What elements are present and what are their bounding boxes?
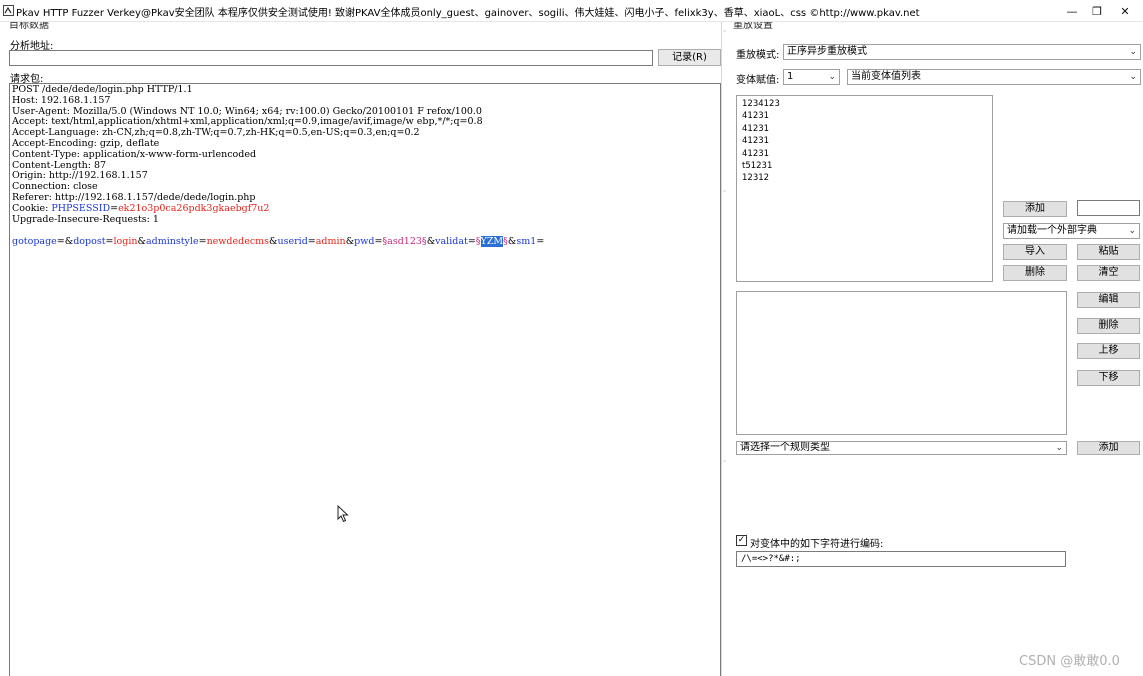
- param-sep: =: [198, 236, 207, 247]
- request-line: Content-Length: 87: [12, 160, 107, 171]
- add-rule-button[interactable]: 添加: [1077, 441, 1140, 455]
- param-sep: =: [536, 236, 545, 247]
- request-headers: POST /dede/dede/login.php HTTP/1.1 Host:…: [12, 85, 717, 225]
- request-line: Content-Type: application/x-www-form-url…: [12, 149, 257, 160]
- move-up-button[interactable]: 上移: [1077, 343, 1140, 359]
- cookie-name: PHPSESSID: [51, 203, 111, 214]
- param-name: gotopage: [12, 236, 57, 247]
- param-name: adminstyle: [145, 236, 199, 247]
- request-line: Referer: http://192.168.1.157/dede/dede/…: [12, 192, 256, 203]
- splitter-grip[interactable]: [723, 460, 726, 462]
- rules-list[interactable]: [736, 291, 1067, 435]
- close-button[interactable]: ✕: [1108, 0, 1142, 22]
- cookie-value: ek21o3p0ca26pdk3gkaebgf7u2: [118, 203, 270, 214]
- app-icon: [3, 5, 14, 16]
- add-value-input[interactable]: [1077, 200, 1140, 216]
- delete-button[interactable]: 删除: [1003, 265, 1067, 281]
- variable-value: 1: [787, 71, 794, 82]
- param-sep: &: [137, 236, 146, 247]
- rule-type-value: 请选择一个规则类型: [740, 442, 830, 453]
- add-button[interactable]: 添加: [1003, 201, 1067, 217]
- param-name: dopost: [73, 236, 106, 247]
- window-title: Pkav HTTP Fuzzer Verkey@Pkav安全团队 本程序仅供安全…: [16, 8, 920, 19]
- dictionary-value: 请加载一个外部字典: [1007, 225, 1097, 236]
- splitter-grip[interactable]: [723, 30, 726, 32]
- chevron-down-icon: ⌄: [1055, 443, 1063, 453]
- list-item[interactable]: 41231: [742, 135, 780, 147]
- param-sep: &: [426, 236, 436, 247]
- splitter-grip[interactable]: [723, 190, 726, 192]
- encode-checkbox[interactable]: ✓: [736, 535, 747, 546]
- value-list-select[interactable]: 当前变体值列表 ⌄: [847, 69, 1141, 85]
- param-name: validat: [435, 236, 468, 247]
- list-fade: [740, 185, 990, 193]
- selected-text: YZM: [480, 236, 504, 247]
- request-line: User-Agent: Mozilla/5.0 (Windows NT 10.0…: [12, 106, 482, 117]
- param-sep: =&: [56, 236, 74, 247]
- request-line: Accept-Encoding: gzip, deflate: [12, 138, 160, 149]
- param-sep: =: [467, 236, 476, 247]
- variable-assign-label: 变体赋值:: [736, 75, 780, 86]
- rule-type-select[interactable]: 请选择一个规则类型 ⌄: [736, 441, 1067, 455]
- replay-mode-label: 重放模式:: [736, 50, 780, 61]
- list-item[interactable]: 41231: [742, 110, 780, 122]
- cookie-prefix: Cookie:: [12, 203, 52, 214]
- param-name: userid: [277, 236, 308, 247]
- chevron-down-icon: ⌄: [828, 72, 836, 82]
- payload-items: 1234123 41231 41231 41231 41231 t51231 1…: [742, 98, 780, 197]
- replay-mode-value: 正序异步重放模式: [787, 46, 867, 57]
- param-name: sm1: [516, 236, 537, 247]
- request-line: Accept: text/html,application/xhtml+xml,…: [12, 117, 483, 128]
- value-list-value: 当前变体值列表: [851, 71, 921, 82]
- request-line: Origin: http://192.168.1.157: [12, 171, 148, 182]
- list-item[interactable]: 41231: [742, 148, 780, 160]
- address-input[interactable]: [9, 50, 653, 66]
- paste-button[interactable]: 粘贴: [1077, 244, 1140, 260]
- encode-chars-input[interactable]: /\=<>?*&#:;: [736, 551, 1066, 567]
- list-item[interactable]: 1234123: [742, 98, 780, 110]
- replay-mode-select[interactable]: 正序异步重放模式 ⌄: [783, 44, 1141, 60]
- param-value: newdedecms: [206, 236, 270, 247]
- param-value: login: [113, 236, 138, 247]
- encode-label: 对变体中的如下字符进行编码:: [750, 539, 884, 550]
- request-line: Host: 192.168.1.157: [12, 95, 111, 106]
- cookie-line: Cookie: PHPSESSID=ek21o3p0ca26pdk3gkaebg…: [12, 204, 717, 215]
- edit-rule-button[interactable]: 编辑: [1077, 292, 1140, 308]
- list-item[interactable]: 12312: [742, 172, 780, 184]
- request-line: Connection: close: [12, 182, 98, 193]
- list-item[interactable]: 41231: [742, 123, 780, 135]
- param-name: pwd: [354, 236, 375, 247]
- chevron-down-icon: ⌄: [1129, 47, 1137, 57]
- target-data-legend: 目标数据: [9, 22, 49, 30]
- payload-marker: §: [475, 236, 481, 247]
- move-down-button[interactable]: 下移: [1077, 370, 1140, 386]
- chevron-down-icon: ⌄: [1128, 226, 1136, 236]
- import-button[interactable]: 导入: [1003, 244, 1067, 260]
- watermark: CSDN @敢敢0.0: [1019, 654, 1120, 669]
- cookie-eq: =: [110, 203, 119, 214]
- param-sep: =: [307, 236, 316, 247]
- list-item[interactable]: t51231: [742, 160, 780, 172]
- clear-button[interactable]: 清空: [1077, 265, 1140, 281]
- request-line: Accept-Language: zh-CN,zh;q=0.8,zh-TW;q=…: [12, 128, 420, 139]
- param-sep: &: [269, 236, 278, 247]
- record-button[interactable]: 记录(R): [658, 49, 721, 66]
- request-line: Upgrade-Insecure-Requests: 1: [12, 214, 159, 225]
- param-sep: &: [345, 236, 355, 247]
- delete-rule-button[interactable]: 删除: [1077, 318, 1140, 334]
- variable-select[interactable]: 1 ⌄: [783, 69, 840, 85]
- request-line: POST /dede/dede/login.php HTTP/1.1: [12, 85, 193, 95]
- param-value: admin: [315, 236, 346, 247]
- dictionary-select[interactable]: 请加载一个外部字典 ⌄: [1003, 223, 1140, 239]
- payload-marker: §asd123§: [382, 236, 427, 247]
- chevron-down-icon: ⌄: [1129, 72, 1137, 82]
- request-body: gotopage=&dopost=login&adminstyle=newded…: [12, 236, 544, 247]
- replay-settings-legend: 重放设置: [733, 22, 773, 30]
- mouse-pointer-icon: [337, 505, 349, 523]
